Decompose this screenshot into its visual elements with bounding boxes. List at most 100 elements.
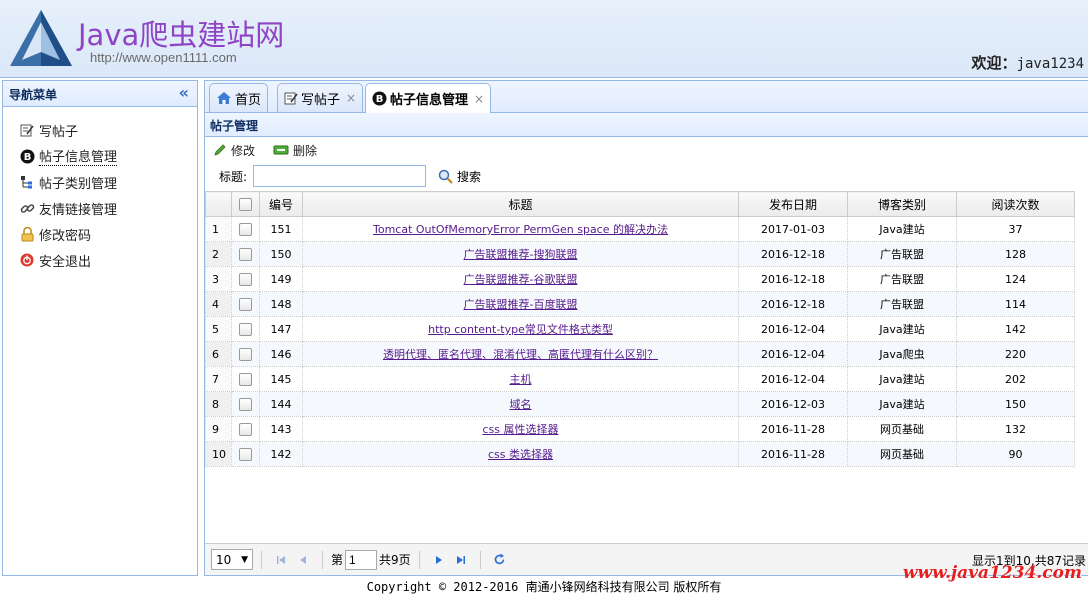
row-checkbox[interactable] bbox=[239, 422, 252, 436]
search-button[interactable]: 搜索 bbox=[438, 168, 481, 185]
post-title-link[interactable]: 广告联盟推荐-谷歌联盟 bbox=[464, 273, 578, 286]
row-checkbox[interactable] bbox=[239, 272, 252, 286]
sidebar-item-category-management[interactable]: 帖子类别管理 bbox=[3, 169, 197, 195]
post-id: 143 bbox=[259, 416, 303, 442]
post-type: Java爬虫 bbox=[847, 341, 957, 367]
table-row[interactable]: 1 151 Tomcat OutOfMemoryError PermGen spac… bbox=[205, 216, 1075, 242]
post-title-link[interactable]: 主机 bbox=[510, 373, 532, 386]
first-page-button[interactable] bbox=[270, 550, 292, 570]
tab-write-post[interactable]: 写帖子 × bbox=[277, 83, 364, 112]
table-row[interactable]: 3 149 广告联盟推荐-谷歌联盟 2016-12-18 广告联盟 124 bbox=[205, 266, 1075, 292]
row-select-cell[interactable] bbox=[231, 291, 260, 317]
table-row[interactable]: 10 142 css 类选择器 2016-11-28 网页基础 90 bbox=[205, 441, 1075, 467]
panel-title: 帖子管理 bbox=[205, 113, 1088, 137]
row-checkbox[interactable] bbox=[239, 222, 252, 236]
sidebar-item-label: 写帖子 bbox=[39, 124, 79, 140]
row-select-cell[interactable] bbox=[231, 266, 260, 292]
post-title-cell: 域名 bbox=[302, 391, 739, 417]
refresh-button[interactable] bbox=[489, 550, 511, 570]
sidebar: 导航菜单 « 写帖子 B 帖子信息管理 帖子类别管理 友情链接管理 修改密码 安… bbox=[2, 80, 198, 576]
last-page-button[interactable] bbox=[450, 550, 472, 570]
sidebar-title: 导航菜单 bbox=[9, 88, 58, 102]
row-checkbox[interactable] bbox=[239, 247, 252, 261]
tab-label: 首页 bbox=[235, 92, 262, 108]
post-title-link[interactable]: 广告联盟推荐-百度联盟 bbox=[464, 298, 578, 311]
tab-close-icon[interactable]: × bbox=[346, 91, 356, 105]
sidebar-item-label: 帖子信息管理 bbox=[39, 146, 118, 166]
post-views: 142 bbox=[956, 316, 1075, 342]
row-select-cell[interactable] bbox=[231, 216, 260, 242]
sidebar-item-link-management[interactable]: 友情链接管理 bbox=[3, 195, 197, 221]
row-checkbox[interactable] bbox=[239, 397, 252, 411]
table-row[interactable]: 2 150 广告联盟推荐-搜狗联盟 2016-12-18 广告联盟 128 bbox=[205, 241, 1075, 267]
post-type: 广告联盟 bbox=[847, 241, 957, 267]
tab-post-management[interactable]: B 帖子信息管理 × bbox=[365, 83, 492, 113]
row-select-cell[interactable] bbox=[231, 441, 260, 467]
divider bbox=[261, 550, 262, 569]
row-select-cell[interactable] bbox=[231, 366, 260, 392]
select-all-checkbox[interactable] bbox=[239, 198, 252, 211]
prev-page-button[interactable] bbox=[292, 550, 314, 570]
column-header-title[interactable]: 标题 bbox=[302, 191, 739, 217]
sidebar-item-logout[interactable]: 安全退出 bbox=[3, 247, 197, 273]
row-select-cell[interactable] bbox=[231, 416, 260, 442]
post-views: 220 bbox=[956, 341, 1075, 367]
sidebar-item-post-management[interactable]: B 帖子信息管理 bbox=[3, 143, 197, 169]
column-header-select[interactable] bbox=[231, 191, 260, 217]
row-select-cell[interactable] bbox=[231, 341, 260, 367]
tab-label: 帖子信息管理 bbox=[390, 93, 469, 108]
table-row[interactable]: 9 143 css 属性选择器 2016-11-28 网页基础 132 bbox=[205, 416, 1075, 442]
post-title-link[interactable]: 域名 bbox=[510, 398, 532, 411]
post-type: Java建站 bbox=[847, 216, 957, 242]
post-title-link[interactable]: 广告联盟推荐-搜狗联盟 bbox=[464, 248, 578, 261]
tab-bar: 首页 写帖子 × B 帖子信息管理 × bbox=[205, 81, 1088, 113]
table-row[interactable]: 8 144 域名 2016-12-03 Java建站 150 bbox=[205, 391, 1075, 417]
table-row[interactable]: 5 147 http content-type常见文件格式类型 2016-12-04 J… bbox=[205, 316, 1075, 342]
site-url: http://www.open1111.com bbox=[90, 50, 237, 65]
title-search-input[interactable] bbox=[253, 165, 427, 187]
column-header-type[interactable]: 博客类别 bbox=[847, 191, 957, 217]
tab-home[interactable]: 首页 bbox=[209, 83, 269, 112]
page-size-select[interactable]: 10 ▼ bbox=[211, 549, 253, 570]
sidebar-item-label: 修改密码 bbox=[39, 228, 92, 244]
delete-label: 删除 bbox=[293, 143, 318, 158]
post-title-link[interactable]: Tomcat OutOfMemoryError PermGen space 的解… bbox=[373, 223, 668, 236]
next-page-button[interactable] bbox=[428, 550, 450, 570]
column-header-id[interactable]: 编号 bbox=[259, 191, 303, 217]
sidebar-item-write-post[interactable]: 写帖子 bbox=[3, 117, 197, 143]
welcome-text: 欢迎：java1234 bbox=[972, 52, 1084, 73]
delete-button[interactable]: 删除 bbox=[273, 142, 317, 159]
blog-icon: B bbox=[372, 91, 387, 106]
column-header-date[interactable]: 发布日期 bbox=[738, 191, 848, 217]
post-title-link[interactable]: css 属性选择器 bbox=[482, 423, 558, 436]
row-select-cell[interactable] bbox=[231, 391, 260, 417]
row-number: 9 bbox=[205, 416, 232, 442]
last-page-icon bbox=[456, 555, 465, 564]
row-select-cell[interactable] bbox=[231, 316, 260, 342]
row-checkbox[interactable] bbox=[239, 447, 252, 461]
sidebar-item-change-password[interactable]: 修改密码 bbox=[3, 221, 197, 247]
collapse-icon[interactable]: « bbox=[179, 83, 189, 102]
first-page-icon bbox=[277, 555, 285, 564]
table-row[interactable]: 7 145 主机 2016-12-04 Java建站 202 bbox=[205, 366, 1075, 392]
row-checkbox[interactable] bbox=[239, 372, 252, 386]
post-date: 2016-12-04 bbox=[738, 366, 848, 392]
row-checkbox[interactable] bbox=[239, 322, 252, 336]
row-select-cell[interactable] bbox=[231, 241, 260, 267]
post-id: 147 bbox=[259, 316, 303, 342]
post-views: 202 bbox=[956, 366, 1075, 392]
blog-icon: B bbox=[19, 148, 35, 164]
row-checkbox[interactable] bbox=[239, 347, 252, 361]
post-views: 90 bbox=[956, 441, 1075, 467]
post-title-link[interactable]: http content-type常见文件格式类型 bbox=[428, 323, 613, 336]
post-title-link[interactable]: 透明代理、匿名代理、混淆代理、高匿代理有什么区别？ bbox=[383, 348, 658, 361]
page-number-input[interactable] bbox=[345, 549, 378, 570]
edit-button[interactable]: 修改 bbox=[213, 142, 255, 159]
tab-close-icon[interactable]: × bbox=[474, 92, 484, 106]
row-checkbox[interactable] bbox=[239, 297, 252, 311]
table-row[interactable]: 4 148 广告联盟推荐-百度联盟 2016-12-18 广告联盟 114 bbox=[205, 291, 1075, 317]
table-row[interactable]: 6 146 透明代理、匿名代理、混淆代理、高匿代理有什么区别？ 2016-12-04 J… bbox=[205, 341, 1075, 367]
post-title-link[interactable]: css 类选择器 bbox=[488, 448, 553, 461]
post-date: 2016-12-18 bbox=[738, 241, 848, 267]
column-header-views[interactable]: 阅读次数 bbox=[956, 191, 1075, 217]
